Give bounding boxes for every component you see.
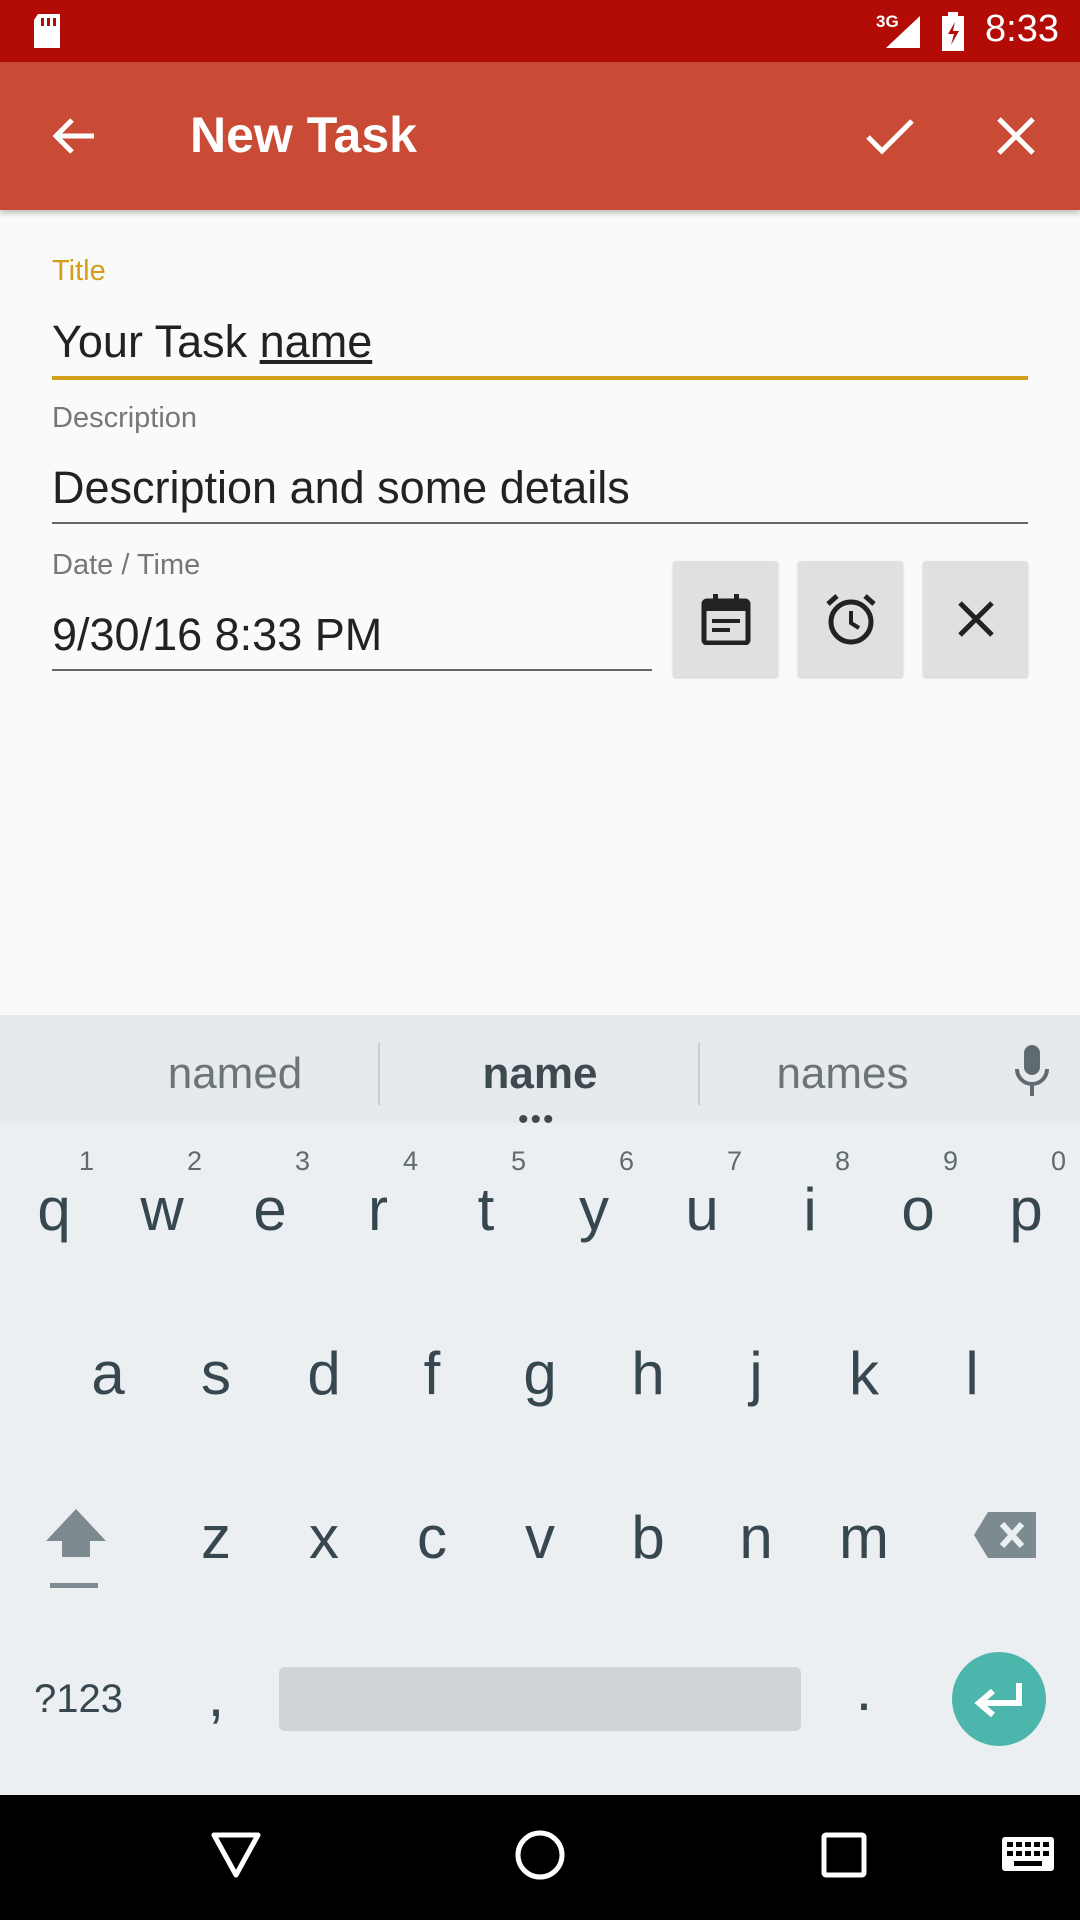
key-m[interactable]: m	[824, 1503, 904, 1572]
save-button[interactable]	[850, 96, 930, 176]
clock-time: 8:33	[985, 8, 1059, 50]
title-label: Title	[52, 255, 106, 287]
backspace-key[interactable]	[972, 1510, 1038, 1565]
key-h[interactable]: h	[608, 1339, 688, 1408]
title-underline	[52, 376, 1028, 380]
key-hint: 6	[619, 1146, 635, 1176]
key-b[interactable]: b	[608, 1503, 688, 1572]
enter-key[interactable]	[952, 1652, 1046, 1746]
suggestion-left[interactable]: named	[130, 1049, 340, 1099]
enter-arrow-icon	[974, 1683, 1022, 1717]
key-q[interactable]: q	[14, 1175, 94, 1244]
check-icon	[866, 119, 914, 155]
close-icon	[997, 117, 1035, 155]
key-e[interactable]: e	[230, 1175, 310, 1244]
shift-arrow-icon	[46, 1509, 106, 1588]
pick-date-button[interactable]	[673, 561, 778, 677]
suggestion-center[interactable]: name	[430, 1049, 650, 1099]
key-k[interactable]: k	[824, 1339, 904, 1408]
clear-datetime-button[interactable]	[923, 561, 1028, 677]
home-nav-button[interactable]	[514, 1829, 566, 1886]
calendar-icon	[701, 594, 750, 645]
more-suggestions-dots: •••	[518, 1103, 556, 1136]
key-i[interactable]: i	[770, 1175, 850, 1244]
key-hint: 7	[727, 1146, 743, 1176]
title-input-text: Your Task	[52, 316, 260, 367]
key-hint: 2	[187, 1146, 203, 1176]
close-icon	[957, 601, 994, 637]
pick-time-button[interactable]	[798, 561, 903, 677]
key-u[interactable]: u	[662, 1175, 742, 1244]
shift-key[interactable]	[44, 1507, 108, 1596]
key-hint: 3	[295, 1146, 311, 1176]
datetime-label: Date / Time	[52, 549, 201, 581]
key-hint: 9	[943, 1146, 959, 1176]
back-nav-button[interactable]	[210, 1829, 262, 1886]
key-r[interactable]: r	[338, 1175, 418, 1244]
key-hint: 1	[79, 1146, 95, 1176]
home-circle-icon	[515, 1830, 565, 1880]
key-hint: 8	[835, 1146, 851, 1176]
back-arrow-icon	[52, 118, 94, 154]
key-y[interactable]: y	[554, 1175, 634, 1244]
key-z[interactable]: z	[176, 1503, 256, 1572]
navigation-bar	[0, 1795, 1080, 1920]
back-triangle-icon	[211, 1832, 261, 1878]
key-g[interactable]: g	[500, 1339, 580, 1408]
key-hint: 5	[511, 1146, 527, 1176]
keyboard-switch-button[interactable]	[1000, 1835, 1056, 1880]
sd-card-icon	[30, 12, 64, 55]
key-x[interactable]: x	[284, 1503, 364, 1572]
soft-keyboard: named name ••• names q 1 w 2 e 3 r 4 t 5…	[0, 1015, 1080, 1795]
key-d[interactable]: d	[284, 1339, 364, 1408]
description-underline	[52, 522, 1028, 524]
microphone-icon[interactable]	[1012, 1043, 1052, 1104]
symbols-key[interactable]: ?123	[34, 1677, 123, 1722]
recents-nav-button[interactable]	[818, 1829, 870, 1886]
key-t[interactable]: t	[446, 1175, 526, 1244]
datetime-input[interactable]: 9/30/16 8:33 PM	[52, 609, 382, 661]
key-v[interactable]: v	[500, 1503, 580, 1572]
composing-word: name	[259, 316, 373, 367]
space-key[interactable]	[279, 1667, 801, 1731]
suggestion-right[interactable]: names	[740, 1049, 945, 1099]
key-comma[interactable]: ,	[176, 1661, 256, 1730]
title-input[interactable]: Your Task name	[52, 316, 372, 368]
key-c[interactable]: c	[392, 1503, 472, 1572]
key-a[interactable]: a	[68, 1339, 148, 1408]
suggestion-strip: named name ••• names	[0, 1015, 1080, 1136]
app-bar: New Task	[0, 62, 1080, 210]
suggestion-divider	[698, 1043, 700, 1105]
backspace-icon	[974, 1512, 1036, 1558]
description-input[interactable]: Description and some details	[52, 462, 630, 514]
key-hint: 0	[1051, 1146, 1067, 1176]
description-label: Description	[52, 402, 198, 434]
key-s[interactable]: s	[176, 1339, 256, 1408]
key-hint: 4	[403, 1146, 419, 1176]
signal-icon	[884, 14, 922, 55]
key-period[interactable]: .	[824, 1655, 904, 1724]
recents-square-icon	[821, 1832, 867, 1878]
alarm-clock-icon	[825, 594, 876, 645]
suggestion-divider	[378, 1043, 380, 1105]
key-o[interactable]: o	[878, 1175, 958, 1244]
datetime-underline	[52, 669, 652, 671]
status-bar: 3G 8:33	[0, 0, 1080, 62]
page-title: New Task	[190, 107, 417, 163]
key-p[interactable]: p	[986, 1175, 1066, 1244]
key-n[interactable]: n	[716, 1503, 796, 1572]
key-j[interactable]: j	[716, 1339, 796, 1408]
key-f[interactable]: f	[392, 1339, 472, 1408]
keyboard-icon	[1002, 1837, 1054, 1871]
back-button[interactable]	[34, 96, 114, 176]
cancel-button[interactable]	[976, 96, 1056, 176]
key-w[interactable]: w	[122, 1175, 202, 1244]
battery-charging-icon	[940, 12, 966, 57]
key-l[interactable]: l	[932, 1339, 1012, 1408]
